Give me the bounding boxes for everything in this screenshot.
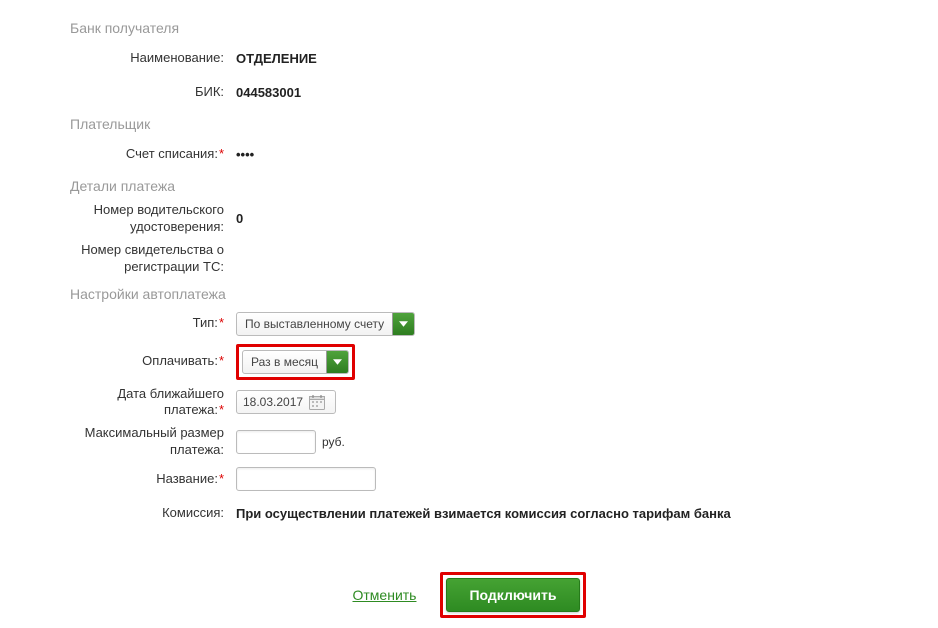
row-name: Наименование: ОТДЕЛЕНИЕ: [70, 44, 868, 72]
highlight-submit: Подключить: [440, 572, 585, 618]
highlight-pay-frequency: Раз в месяц: [236, 344, 355, 380]
section-payer: Плательщик: [70, 116, 868, 132]
cancel-link[interactable]: Отменить: [353, 587, 417, 603]
row-max-amount: Максимальный размер платежа: руб.: [70, 425, 868, 459]
actions-bar: Отменить Подключить: [70, 572, 868, 618]
max-amount-input[interactable]: [236, 430, 316, 454]
row-vehicle-reg: Номер свидетельства о регистрации ТС:: [70, 242, 868, 276]
label-pay-frequency: Оплачивать:*: [70, 353, 230, 370]
row-next-date: Дата ближайшего платежа:* 18.03.2017: [70, 386, 868, 420]
label-max-amount: Максимальный размер платежа:: [70, 425, 230, 459]
value-driver-license: 0: [230, 211, 868, 226]
label-driver-license: Номер водительского удостоверения:: [70, 202, 230, 236]
value-name: ОТДЕЛЕНИЕ: [230, 51, 868, 66]
calendar-icon: [309, 395, 325, 410]
label-next-date: Дата ближайшего платежа:*: [70, 386, 230, 420]
next-date-input[interactable]: 18.03.2017: [236, 390, 336, 414]
label-commission: Комиссия:: [70, 505, 230, 522]
label-title: Название:*: [70, 471, 230, 488]
type-select[interactable]: По выставленному счету: [236, 312, 415, 336]
label-debit-account: Счет списания:*: [70, 146, 230, 163]
label-vehicle-reg: Номер свидетельства о регистрации ТС:: [70, 242, 230, 276]
required-mark: *: [219, 402, 224, 417]
required-mark: *: [219, 315, 224, 330]
required-mark: *: [219, 353, 224, 368]
submit-button[interactable]: Подключить: [446, 578, 579, 612]
section-recipient-bank: Банк получателя: [70, 20, 868, 36]
row-pay-frequency: Оплачивать:* Раз в месяц: [70, 344, 868, 380]
section-payment-details: Детали платежа: [70, 178, 868, 194]
row-driver-license: Номер водительского удостоверения: 0: [70, 202, 868, 236]
value-commission: При осуществлении платежей взимается ком…: [230, 506, 868, 521]
row-commission: Комиссия: При осуществлении платежей взи…: [70, 499, 868, 527]
required-mark: *: [219, 471, 224, 486]
type-select-text: По выставленному счету: [237, 317, 392, 331]
row-bik: БИК: 044583001: [70, 78, 868, 106]
dropdown-arrow-icon: [392, 313, 414, 335]
row-title: Название:*: [70, 465, 868, 493]
amount-unit: руб.: [322, 435, 345, 449]
next-date-text: 18.03.2017: [243, 395, 303, 409]
label-bik: БИК:: [70, 84, 230, 101]
pay-frequency-select[interactable]: Раз в месяц: [242, 350, 349, 374]
pay-frequency-select-text: Раз в месяц: [243, 355, 326, 369]
required-mark: *: [219, 146, 224, 161]
dropdown-arrow-icon: [326, 351, 348, 373]
row-debit-account: Счет списания:* ••••: [70, 140, 868, 168]
value-debit-account: ••••: [230, 147, 868, 162]
label-name: Наименование:: [70, 50, 230, 67]
value-bik: 044583001: [230, 85, 868, 100]
row-type: Тип:* По выставленному счету: [70, 310, 868, 338]
label-type: Тип:*: [70, 315, 230, 332]
section-autopay: Настройки автоплатежа: [70, 286, 868, 302]
title-input[interactable]: [236, 467, 376, 491]
